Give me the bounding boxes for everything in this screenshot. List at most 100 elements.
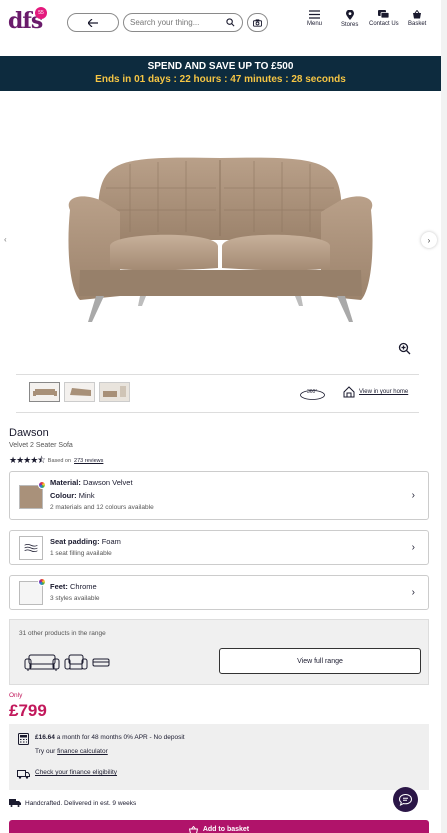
- ar-home-icon: [343, 386, 355, 398]
- finance-section: £16.64 a month for 48 months 0% APR - No…: [9, 724, 429, 790]
- thumbnail-1[interactable]: [29, 382, 60, 402]
- colour-wheel-icon: [38, 481, 46, 489]
- material-value: Dawson Velvet: [82, 478, 133, 487]
- seat-label: Seat padding:: [50, 537, 100, 546]
- price-only-label: Only: [9, 692, 23, 699]
- product-name: Dawson: [9, 427, 49, 439]
- star-rating-icon: ★★★★⯪: [9, 455, 46, 465]
- arrow-left-icon: [88, 18, 98, 27]
- delivery-truck-icon: [9, 799, 21, 807]
- back-button[interactable]: [67, 13, 119, 32]
- product-image-gallery[interactable]: [0, 100, 441, 368]
- sofa-thumbnail-icon: [69, 387, 91, 396]
- contact-label: Contact Us: [369, 21, 399, 27]
- calculator-icon: [18, 733, 29, 745]
- header: dfs 55 Menu Stores Contact Us Basket: [0, 0, 447, 44]
- view-full-range-button[interactable]: View full range: [219, 648, 421, 674]
- range-section: 31 other products in the range View full…: [9, 619, 429, 685]
- add-to-basket-button[interactable]: Add to basket: [9, 820, 429, 833]
- material-label: Material:: [50, 478, 81, 487]
- rating-row: ★★★★⯪ Based on 273 reviews: [9, 453, 103, 469]
- promo-title: SPEND AND SAVE UP TO £500: [147, 61, 294, 72]
- divider: [16, 412, 419, 413]
- basket-nav-button[interactable]: Basket: [408, 10, 426, 27]
- search-input[interactable]: [130, 18, 226, 27]
- menu-label: Menu: [307, 21, 323, 27]
- seat-line: Seat padding: Foam: [50, 537, 121, 546]
- price: £799: [9, 701, 47, 720]
- colour-wheel-icon: [38, 578, 46, 586]
- rating-prefix: Based on: [47, 458, 72, 464]
- basket-icon: [413, 10, 422, 19]
- range-text: 31 other products in the range: [19, 630, 106, 637]
- promo-banner[interactable]: SPEND AND SAVE UP TO £500 Ends in 01 day…: [0, 56, 441, 91]
- colour-label: Colour:: [50, 491, 77, 500]
- range-icons: [24, 652, 110, 672]
- menu-button[interactable]: Menu: [307, 10, 322, 27]
- finance-monthly-terms: a month for 48 months 0% APR - No deposi…: [54, 734, 185, 741]
- delivery-text: Handcrafted. Delivered in est. 9 weeks: [25, 799, 137, 807]
- material-option-card[interactable]: Material: Dawson Velvet Colour: Mink 2 m…: [9, 471, 429, 520]
- product-subtitle: Velvet 2 Seater Sofa: [9, 442, 73, 449]
- finance-eligibility-line: Check your finance eligibility: [35, 769, 117, 776]
- search-icon[interactable]: [226, 18, 235, 27]
- sofa-range-icon: [24, 654, 60, 671]
- search-box[interactable]: [123, 13, 243, 32]
- divider: [16, 374, 419, 375]
- hamburger-icon: [309, 10, 320, 19]
- truck-eligibility-icon: [17, 770, 30, 779]
- camera-search-button[interactable]: [247, 13, 268, 32]
- chevron-right-icon: ›: [411, 542, 415, 553]
- chat-bubble-icon: [399, 793, 412, 806]
- page-scrollbar[interactable]: [441, 0, 447, 833]
- thumbnail-3[interactable]: [99, 382, 130, 402]
- location-pin-icon: [345, 10, 354, 20]
- feet-value: Chrome: [70, 582, 97, 591]
- seat-padding-option-card[interactable]: Seat padding: Foam 1 seat filling availa…: [9, 530, 429, 565]
- room-scene-thumbnail-icon: [100, 383, 129, 401]
- camera-icon: [253, 18, 262, 27]
- stores-label: Stores: [341, 22, 359, 28]
- gallery-prev-arrow-icon[interactable]: ‹: [4, 235, 7, 244]
- basket-icon: [188, 826, 198, 833]
- seat-value: Foam: [101, 537, 121, 546]
- material-line: Material: Dawson Velvet: [50, 478, 133, 487]
- seat-sub: 1 seat filling available: [50, 550, 112, 557]
- live-chat-button[interactable]: [393, 787, 418, 812]
- sofa-product-image: [68, 157, 373, 322]
- logo-badge-heart-icon: 55: [35, 7, 47, 19]
- chevron-right-icon: ›: [411, 490, 415, 501]
- material-sub: 2 materials and 12 colours available: [50, 504, 154, 511]
- view-in-home-label: View in your home: [359, 389, 409, 395]
- zoom-icon[interactable]: [396, 340, 414, 358]
- feet-option-card[interactable]: Feet: Chrome 3 styles available ›: [9, 575, 429, 610]
- colour-line: Colour: Mink: [50, 491, 95, 500]
- add-to-basket-label: Add to basket: [202, 826, 250, 833]
- contact-us-button[interactable]: Contact Us: [369, 10, 399, 27]
- stores-button[interactable]: Stores: [341, 10, 358, 28]
- delivery-info: Handcrafted. Delivered in est. 9 weeks: [9, 799, 136, 807]
- view-in-home-link[interactable]: View in your home: [343, 386, 408, 398]
- finance-calculator-link[interactable]: finance calculator: [57, 748, 108, 755]
- thumbnail-2[interactable]: [64, 382, 95, 402]
- basket-label: Basket: [408, 21, 427, 27]
- 360-label: 360°: [307, 389, 317, 395]
- footstool-range-icon: [92, 658, 110, 667]
- dfs-logo[interactable]: dfs 55: [8, 7, 48, 36]
- chevron-right-icon: ›: [411, 587, 415, 598]
- finance-calculator-line: Try our finance calculator: [35, 748, 108, 755]
- armchair-range-icon: [64, 654, 88, 670]
- feet-line: Feet: Chrome: [50, 582, 97, 591]
- sofa-thumbnail-icon: [32, 388, 57, 396]
- reviews-link[interactable]: 273 reviews: [74, 458, 103, 464]
- finance-eligibility-link[interactable]: Check your finance eligibility: [35, 769, 117, 776]
- feet-label: Feet:: [50, 582, 68, 591]
- gallery-next-arrow-icon[interactable]: ›: [421, 232, 437, 248]
- finance-monthly-amount: £16.64: [35, 734, 55, 741]
- seat-padding-icon: [19, 536, 43, 560]
- chat-icon: [378, 10, 390, 19]
- promo-countdown: Ends in 01 days : 22 hours : 47 minutes …: [95, 74, 346, 85]
- 360-view-icon[interactable]: 360°: [299, 387, 326, 401]
- feet-sub: 3 styles available: [50, 595, 100, 602]
- finance-monthly-line: £16.64 a month for 48 months 0% APR - No…: [35, 734, 185, 741]
